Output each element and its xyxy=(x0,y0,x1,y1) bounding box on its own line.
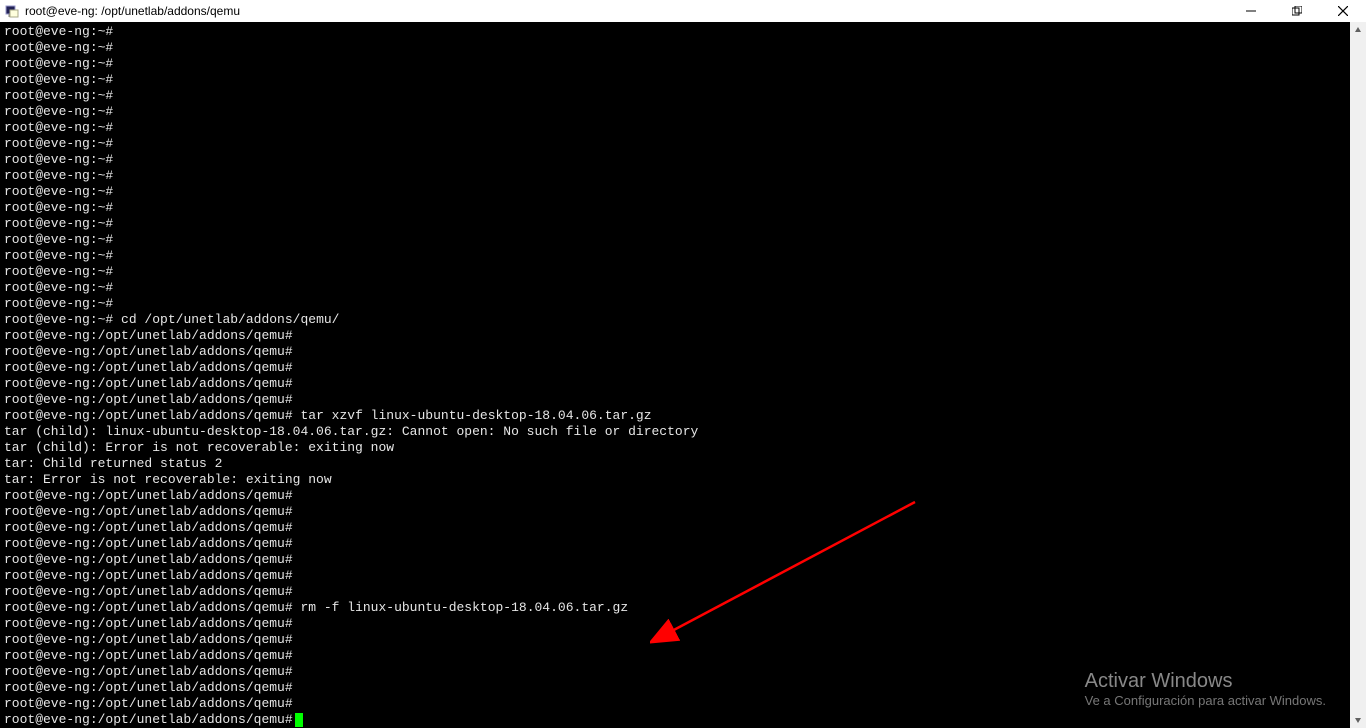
prompt-line: root@eve-ng:/opt/unetlab/addons/qemu# xyxy=(4,552,1346,568)
prompt-line: root@eve-ng:~# xyxy=(4,136,1346,152)
prompt-line: root@eve-ng:~# xyxy=(4,120,1346,136)
prompt-line: root@eve-ng:/opt/unetlab/addons/qemu# xyxy=(4,616,1346,632)
prompt-line: root@eve-ng:/opt/unetlab/addons/qemu# xyxy=(4,664,1346,680)
prompt-line: root@eve-ng:/opt/unetlab/addons/qemu# xyxy=(4,360,1346,376)
terminal[interactable]: root@eve-ng:~#root@eve-ng:~#root@eve-ng:… xyxy=(0,22,1350,728)
prompt-line: root@eve-ng:~# xyxy=(4,280,1346,296)
putty-icon xyxy=(3,2,21,20)
prompt-line: root@eve-ng:~# xyxy=(4,248,1346,264)
prompt-line: root@eve-ng:~# xyxy=(4,232,1346,248)
prompt-line: root@eve-ng:~# xyxy=(4,104,1346,120)
prompt-line: root@eve-ng:~# xyxy=(4,24,1346,40)
prompt-line: root@eve-ng:~# xyxy=(4,72,1346,88)
prompt-line: root@eve-ng:/opt/unetlab/addons/qemu# xyxy=(4,392,1346,408)
prompt-line: root@eve-ng:~# xyxy=(4,152,1346,168)
prompt-line: root@eve-ng:/opt/unetlab/addons/qemu# xyxy=(4,568,1346,584)
maximize-button[interactable] xyxy=(1274,0,1320,22)
cursor-block xyxy=(295,713,303,727)
prompt-line: root@eve-ng:~# xyxy=(4,184,1346,200)
error-output: tar (child): linux-ubuntu-desktop-18.04.… xyxy=(4,424,1346,440)
prompt-line: root@eve-ng:/opt/unetlab/addons/qemu# xyxy=(4,632,1346,648)
scroll-down-arrow[interactable] xyxy=(1350,712,1366,728)
terminal-container: root@eve-ng:~#root@eve-ng:~#root@eve-ng:… xyxy=(0,22,1366,728)
minimize-button[interactable] xyxy=(1228,0,1274,22)
vertical-scrollbar[interactable] xyxy=(1350,22,1366,728)
close-button[interactable] xyxy=(1320,0,1366,22)
current-prompt-line: root@eve-ng:/opt/unetlab/addons/qemu# xyxy=(4,712,1346,728)
window-title: root@eve-ng: /opt/unetlab/addons/qemu xyxy=(25,4,240,18)
prompt-line: root@eve-ng:~# xyxy=(4,56,1346,72)
scroll-up-arrow[interactable] xyxy=(1350,22,1366,38)
prompt-line: root@eve-ng:/opt/unetlab/addons/qemu# xyxy=(4,584,1346,600)
prompt-line: root@eve-ng:/opt/unetlab/addons/qemu# xyxy=(4,376,1346,392)
prompt-line: root@eve-ng:~# xyxy=(4,216,1346,232)
error-output: tar: Child returned status 2 xyxy=(4,456,1346,472)
prompt-line: root@eve-ng:/opt/unetlab/addons/qemu# xyxy=(4,520,1346,536)
command-cd: root@eve-ng:~# cd /opt/unetlab/addons/qe… xyxy=(4,312,1346,328)
window-titlebar: root@eve-ng: /opt/unetlab/addons/qemu xyxy=(0,0,1366,22)
prompt-line: root@eve-ng:~# xyxy=(4,168,1346,184)
prompt-line: root@eve-ng:/opt/unetlab/addons/qemu# xyxy=(4,648,1346,664)
prompt-line: root@eve-ng:/opt/unetlab/addons/qemu# xyxy=(4,680,1346,696)
error-output: tar (child): Error is not recoverable: e… xyxy=(4,440,1346,456)
prompt-line: root@eve-ng:/opt/unetlab/addons/qemu# xyxy=(4,344,1346,360)
prompt-line: root@eve-ng:/opt/unetlab/addons/qemu# xyxy=(4,328,1346,344)
prompt-line: root@eve-ng:~# xyxy=(4,200,1346,216)
prompt-line: root@eve-ng:/opt/unetlab/addons/qemu# xyxy=(4,696,1346,712)
prompt-line: root@eve-ng:/opt/unetlab/addons/qemu# xyxy=(4,488,1346,504)
prompt-line: root@eve-ng:~# xyxy=(4,40,1346,56)
prompt-line: root@eve-ng:/opt/unetlab/addons/qemu# xyxy=(4,504,1346,520)
prompt-line: root@eve-ng:/opt/unetlab/addons/qemu# xyxy=(4,536,1346,552)
command-tar: root@eve-ng:/opt/unetlab/addons/qemu# ta… xyxy=(4,408,1346,424)
prompt-line: root@eve-ng:~# xyxy=(4,88,1346,104)
command-rm: root@eve-ng:/opt/unetlab/addons/qemu# rm… xyxy=(4,600,1346,616)
error-output: tar: Error is not recoverable: exiting n… xyxy=(4,472,1346,488)
prompt-line: root@eve-ng:~# xyxy=(4,296,1346,312)
prompt-line: root@eve-ng:~# xyxy=(4,264,1346,280)
window-controls xyxy=(1228,0,1366,22)
